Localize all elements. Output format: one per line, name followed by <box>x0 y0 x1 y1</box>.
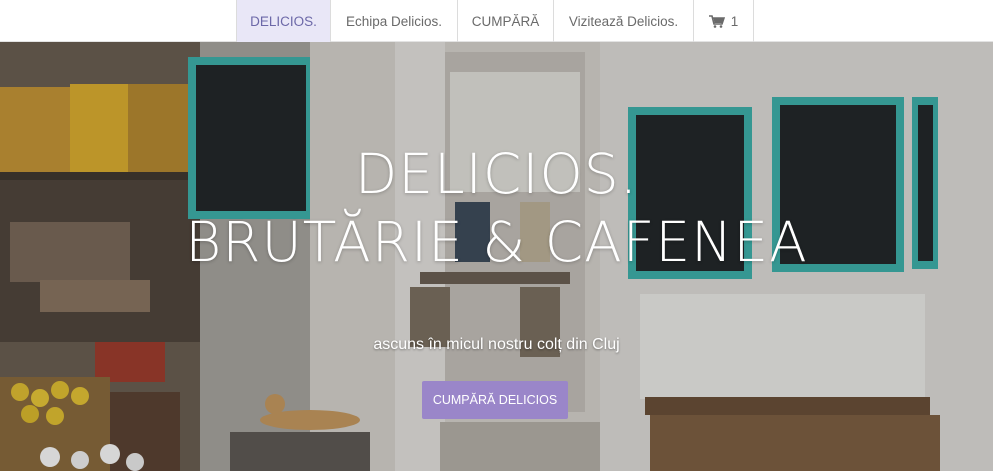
hero-section: DELICIOS. BRUTĂRIE & CAFENEA ascuns în m… <box>0 42 993 471</box>
nav-item-cart[interactable]: 1 <box>694 0 754 42</box>
hero-title-line1: DELICIOS. <box>354 142 639 206</box>
top-navbar: DELICIOS. Echipa Delicios. CUMPĂRĂ Vizit… <box>0 0 993 42</box>
shopping-cart-icon <box>708 14 725 28</box>
hero-subtitle: ascuns în micul nostru colț din Cluj <box>373 336 620 353</box>
nav-item-viziteaza[interactable]: Vizitează Delicios. <box>554 0 694 42</box>
hero-title-line2: BRUTĂRIE & CAFENEA <box>185 210 808 274</box>
nav-item-echipa[interactable]: Echipa Delicios. <box>331 0 458 42</box>
shop-delicios-button[interactable]: CUMPĂRĂ DELICIOS <box>422 381 568 419</box>
nav-item-cumpara[interactable]: CUMPĂRĂ <box>458 0 554 42</box>
nav-menu: DELICIOS. Echipa Delicios. CUMPĂRĂ Vizit… <box>236 0 754 42</box>
cart-count: 1 <box>730 13 739 29</box>
nav-item-delicios[interactable]: DELICIOS. <box>237 0 331 42</box>
